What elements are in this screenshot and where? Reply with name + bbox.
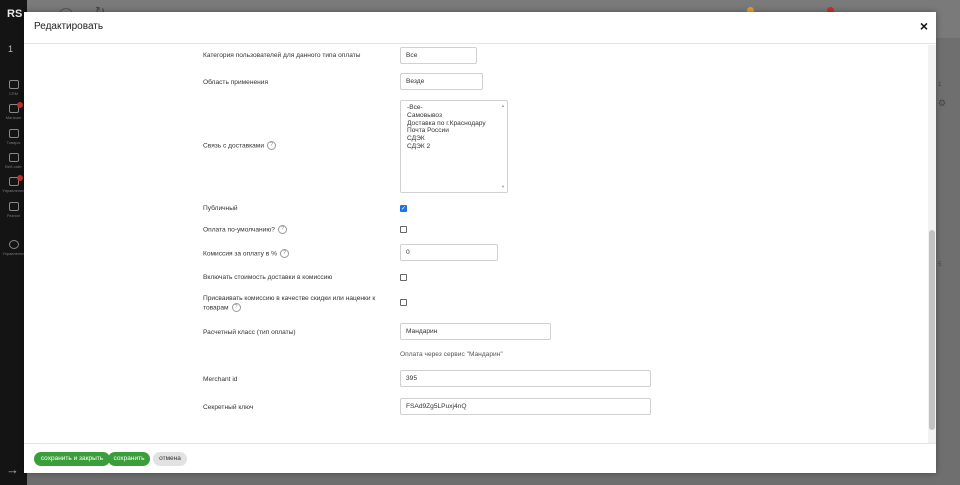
modal-footer: сохранить и закрыть сохранить отмена: [24, 443, 936, 473]
default-payment-label: Оплата по-умолчанию??: [203, 225, 287, 234]
notification-badge: [17, 102, 23, 108]
user-category-label: Категория пользователей для данного типа…: [203, 52, 361, 59]
save-button[interactable]: сохранить: [108, 452, 150, 466]
sidebar-item-crm[interactable]: CRM: [0, 80, 27, 96]
help-icon[interactable]: ?: [231, 303, 241, 312]
secret-key-input[interactable]: FSAd9Zg5LPuxj4nQ: [400, 398, 651, 415]
help-icon[interactable]: ?: [279, 249, 289, 258]
bg-text: 1: [938, 82, 942, 88]
include-delivery-label: Включать стоимость доставки в комиссию: [203, 274, 333, 281]
edit-modal: Редактировать × Категория пользователей …: [24, 12, 936, 473]
default-payment-checkbox[interactable]: [400, 226, 407, 233]
list-item[interactable]: Почта России: [407, 127, 501, 135]
list-item[interactable]: СДЭК: [407, 135, 501, 143]
public-label: Публичный: [203, 205, 238, 212]
background-sidebar: RS 1 CRM Магазин Товары Веб-сайт Управле…: [0, 0, 27, 485]
delivery-link-label: Связь с доставками?: [203, 141, 277, 150]
close-button[interactable]: ×: [920, 18, 928, 34]
scope-select[interactable]: Везде: [400, 73, 483, 90]
crm-icon: [8, 80, 19, 89]
modal-header: Редактировать ×: [24, 12, 936, 44]
download-icon: [8, 240, 19, 249]
grid-icon: [8, 202, 19, 211]
website-icon: [8, 153, 19, 162]
list-item[interactable]: Самовывоз: [407, 112, 501, 120]
sidebar-item-products[interactable]: Товары: [0, 129, 27, 145]
hanger-icon: [8, 129, 19, 138]
gear-icon[interactable]: ⚙: [938, 98, 946, 109]
background-content: 1 ⚙ 5: [936, 38, 960, 485]
assign-commission-checkbox[interactable]: [400, 299, 407, 306]
scroll-thumb[interactable]: [929, 230, 935, 430]
public-checkbox[interactable]: ✓: [400, 205, 407, 212]
site-counter: 1: [8, 44, 14, 54]
modal-body: Категория пользователей для данного типа…: [24, 45, 936, 443]
collapse-arrow-icon[interactable]: →: [6, 462, 19, 477]
help-icon[interactable]: ?: [267, 141, 277, 150]
list-item[interactable]: Доставка по г.Краснодару: [407, 120, 501, 128]
sidebar-item-website[interactable]: Веб-сайт: [0, 153, 27, 169]
calc-class-label: Расчетный класс (тип оплаты): [203, 329, 296, 336]
commission-label: Комиссия за оплату в %?: [203, 249, 289, 258]
scope-label: Область применения: [203, 79, 269, 86]
modal-title: Редактировать: [34, 21, 104, 32]
sidebar-item-manage[interactable]: Управление: [0, 240, 27, 256]
scroll-up-icon[interactable]: ▲: [501, 102, 505, 110]
user-category-select[interactable]: Все: [400, 47, 477, 64]
sidebar-item-misc[interactable]: Разное: [0, 202, 27, 218]
bg-text: 5: [938, 262, 942, 268]
sidebar-item-management[interactable]: Управление: [0, 175, 27, 193]
listbox-scrollbar[interactable]: ▲ ▼: [501, 102, 506, 191]
calc-class-note: Оплата через сервис "Мандарин": [400, 351, 503, 358]
sidebar-item-shop[interactable]: Магазин: [0, 102, 27, 120]
include-delivery-checkbox[interactable]: [400, 274, 407, 281]
app-logo: RS: [7, 8, 23, 20]
modal-scrollbar[interactable]: [928, 45, 936, 443]
notification-badge: [17, 175, 23, 181]
calc-class-select[interactable]: Мандарин: [400, 323, 551, 340]
scroll-down-icon[interactable]: ▼: [501, 183, 505, 191]
merchant-id-label: Merchant id: [203, 376, 238, 383]
help-icon[interactable]: ?: [277, 225, 287, 234]
assign-commission-label: Присваивать комиссию в качестве скидки и…: [203, 295, 376, 312]
commission-input[interactable]: 0: [400, 244, 498, 261]
delivery-multiselect[interactable]: -Все- Самовывоз Доставка по г.Краснодару…: [400, 100, 508, 193]
merchant-id-input[interactable]: 395: [400, 370, 651, 387]
list-item[interactable]: -Все-: [407, 104, 501, 112]
list-item[interactable]: СДЭК 2: [407, 143, 501, 151]
cancel-button[interactable]: отмена: [153, 452, 187, 466]
secret-key-label: Секретный ключ: [203, 404, 254, 411]
save-and-close-button[interactable]: сохранить и закрыть: [34, 452, 110, 466]
